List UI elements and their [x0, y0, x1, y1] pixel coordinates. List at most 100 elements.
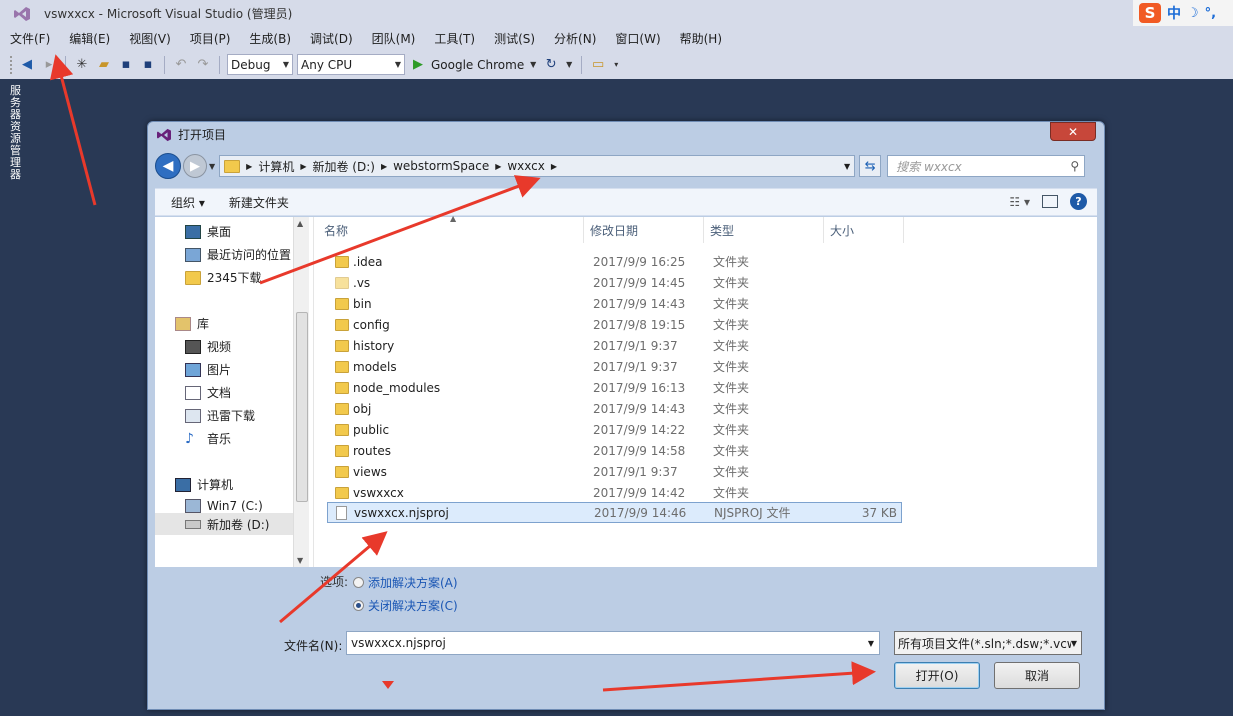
chevron-down-icon[interactable]: ▼ — [868, 639, 874, 648]
nav-item-libraries[interactable]: 库 — [175, 315, 209, 332]
menu-team[interactable]: 团队(M) — [366, 30, 422, 47]
run-target-button[interactable]: Google Chrome — [431, 58, 524, 72]
menu-test[interactable]: 测试(S) — [488, 30, 541, 47]
menu-help[interactable]: 帮助(H) — [674, 30, 728, 47]
file-row[interactable]: config 2017/9/8 19:15 文件夹 — [327, 314, 902, 335]
scrollbar-thumb[interactable] — [296, 312, 308, 502]
close-solution-radio[interactable]: 关闭解决方案(C) — [353, 597, 458, 614]
navigate-forward-icon[interactable]: ▸ — [40, 56, 58, 74]
nav-item-recent[interactable]: 最近访问的位置 — [185, 246, 291, 263]
file-row[interactable]: public 2017/9/9 14:22 文件夹 — [327, 419, 902, 440]
moon-icon[interactable]: ☽ — [1187, 6, 1199, 21]
find-in-files-icon[interactable]: ▭ — [589, 56, 607, 74]
navigation-pane-scrollbar[interactable]: ▲ ▼ — [293, 217, 309, 567]
file-row[interactable]: .vs 2017/9/9 14:45 文件夹 — [327, 272, 902, 293]
open-file-icon[interactable]: ▰ — [95, 56, 113, 74]
file-row[interactable]: history 2017/9/1 9:37 文件夹 — [327, 335, 902, 356]
menu-tools[interactable]: 工具(T) — [428, 30, 481, 47]
undo-icon[interactable]: ↶ — [172, 56, 190, 74]
punctuation-icon[interactable]: °, — [1205, 6, 1216, 21]
nav-item-label: 库 — [197, 317, 210, 331]
nav-item-pictures[interactable]: 图片 — [185, 361, 231, 378]
chevron-down-icon[interactable]: ▼ — [564, 56, 574, 74]
view-options-icon[interactable]: ☷ ▾ — [1009, 195, 1030, 209]
file-row[interactable]: models 2017/9/1 9:37 文件夹 — [327, 356, 902, 377]
chevron-right-icon[interactable]: ▶ — [246, 162, 252, 171]
save-icon[interactable]: ▪ — [117, 56, 135, 74]
redo-icon[interactable]: ↷ — [194, 56, 212, 74]
column-header-size[interactable]: 大小 — [824, 217, 904, 243]
add-to-solution-radio[interactable]: 添加解决方案(A) — [353, 574, 458, 591]
menu-window[interactable]: 窗口(W) — [609, 30, 666, 47]
column-header-type[interactable]: 类型 — [704, 217, 824, 243]
refresh-button[interactable]: ⇆ — [859, 155, 882, 177]
solution-configuration-dropdown[interactable]: Debug ▼ — [227, 54, 293, 75]
new-project-icon[interactable]: ✳ — [73, 56, 91, 74]
chevron-right-icon[interactable]: ▶ — [381, 162, 387, 171]
file-row[interactable]: obj 2017/9/9 14:43 文件夹 — [327, 398, 902, 419]
toolbar-overflow-icon[interactable]: ▾ — [611, 56, 621, 74]
file-row[interactable]: .idea 2017/9/9 16:25 文件夹 — [327, 251, 902, 272]
open-button[interactable]: 打开(O) — [894, 662, 980, 689]
nav-item-xunlei-downloads[interactable]: 迅雷下载 — [185, 407, 255, 424]
menu-analyze[interactable]: 分析(N) — [548, 30, 602, 47]
back-button[interactable]: ◀ — [155, 153, 181, 179]
chevron-down-icon[interactable]: ▼ — [1070, 638, 1077, 648]
cancel-button[interactable]: 取消 — [994, 662, 1080, 689]
address-bar[interactable]: ▶ 计算机 ▶ 新加卷 (D:) ▶ webstormSpace ▶ wxxcx… — [219, 155, 856, 177]
help-icon[interactable]: ? — [1070, 193, 1087, 210]
nav-item-desktop[interactable]: 桌面 — [185, 223, 231, 240]
start-debugging-icon[interactable]: ▶ — [409, 56, 427, 74]
search-input[interactable]: 搜索 wxxcx ⚲ — [887, 155, 1086, 177]
nav-item-music[interactable]: ♪ 音乐 — [185, 430, 231, 447]
file-row[interactable]: views 2017/9/1 9:37 文件夹 — [327, 461, 902, 482]
nav-item-computer[interactable]: 计算机 — [175, 476, 233, 493]
menu-debug[interactable]: 调试(D) — [304, 30, 359, 47]
recent-locations-icon[interactable]: ▼ — [209, 162, 215, 171]
breadcrumb-wxxcx[interactable]: wxxcx — [507, 159, 545, 173]
menu-project[interactable]: 项目(P) — [184, 30, 237, 47]
scroll-down-icon[interactable]: ▼ — [297, 556, 303, 565]
solution-platform-dropdown[interactable]: Any CPU ▼ — [297, 54, 405, 75]
file-type-filter[interactable]: 所有项目文件(*.sln;*.dsw;*.vcw ▼ — [894, 631, 1082, 655]
menu-build[interactable]: 生成(B) — [243, 30, 297, 47]
ime-language-toggle[interactable]: 中 — [1167, 3, 1181, 23]
file-row[interactable]: node_modules 2017/9/9 16:13 文件夹 — [327, 377, 902, 398]
sogou-logo-icon[interactable]: S — [1139, 3, 1161, 23]
file-row[interactable]: routes 2017/9/9 14:58 文件夹 — [327, 440, 902, 461]
organize-button[interactable]: 组织 ▾ — [171, 194, 205, 211]
forward-button[interactable]: ▶ — [183, 154, 207, 178]
file-row[interactable]: vswxxcx 2017/9/9 14:42 文件夹 — [327, 482, 902, 503]
nav-item-documents[interactable]: 文档 — [185, 384, 231, 401]
chevron-right-icon[interactable]: ▶ — [551, 162, 557, 171]
navigate-back-icon[interactable]: ◀ — [18, 56, 36, 74]
menu-edit[interactable]: 编辑(E) — [63, 30, 116, 47]
nav-item-drive-d[interactable]: 新加卷 (D:) — [155, 513, 299, 535]
new-folder-button[interactable]: 新建文件夹 — [229, 194, 289, 211]
breadcrumb-computer[interactable]: 计算机 — [258, 158, 294, 175]
toolbar-grip[interactable] — [10, 55, 14, 74]
file-date: 2017/9/9 16:13 — [593, 380, 686, 395]
nav-item-drive-c[interactable]: Win7 (C:) — [185, 499, 263, 513]
menu-file[interactable]: 文件(F) — [4, 30, 56, 47]
filename-input[interactable]: vswxxcx.njsproj ▼ — [346, 631, 880, 655]
menu-view[interactable]: 视图(V) — [123, 30, 177, 47]
preview-pane-icon[interactable] — [1042, 195, 1058, 208]
file-row[interactable]: bin 2017/9/9 14:43 文件夹 — [327, 293, 902, 314]
nav-item-2345-downloads[interactable]: 2345下载 — [185, 269, 262, 286]
breadcrumb-webstormspace[interactable]: webstormSpace — [393, 159, 489, 173]
breadcrumb-drive-d[interactable]: 新加卷 (D:) — [312, 158, 374, 175]
close-button[interactable]: ✕ — [1050, 122, 1096, 141]
chevron-down-icon[interactable]: ▼ — [528, 56, 538, 74]
file-row-selected[interactable]: vswxxcx.njsproj 2017/9/9 14:46 NJSPROJ 文件 3… — [327, 502, 902, 523]
server-explorer-tab[interactable]: 服务器资源管理器 — [0, 79, 32, 716]
chevron-right-icon[interactable]: ▶ — [300, 162, 306, 171]
chevron-down-icon[interactable]: ▼ — [844, 162, 850, 171]
chevron-right-icon[interactable]: ▶ — [495, 162, 501, 171]
save-all-icon[interactable]: ▪ — [139, 56, 157, 74]
nav-item-videos[interactable]: 视频 — [185, 338, 231, 355]
ime-toolbar[interactable]: S 中 ☽ °, — [1133, 0, 1233, 26]
refresh-icon[interactable]: ↻ — [542, 56, 560, 74]
column-header-date[interactable]: 修改日期 — [584, 217, 704, 243]
scroll-up-icon[interactable]: ▲ — [297, 219, 303, 228]
